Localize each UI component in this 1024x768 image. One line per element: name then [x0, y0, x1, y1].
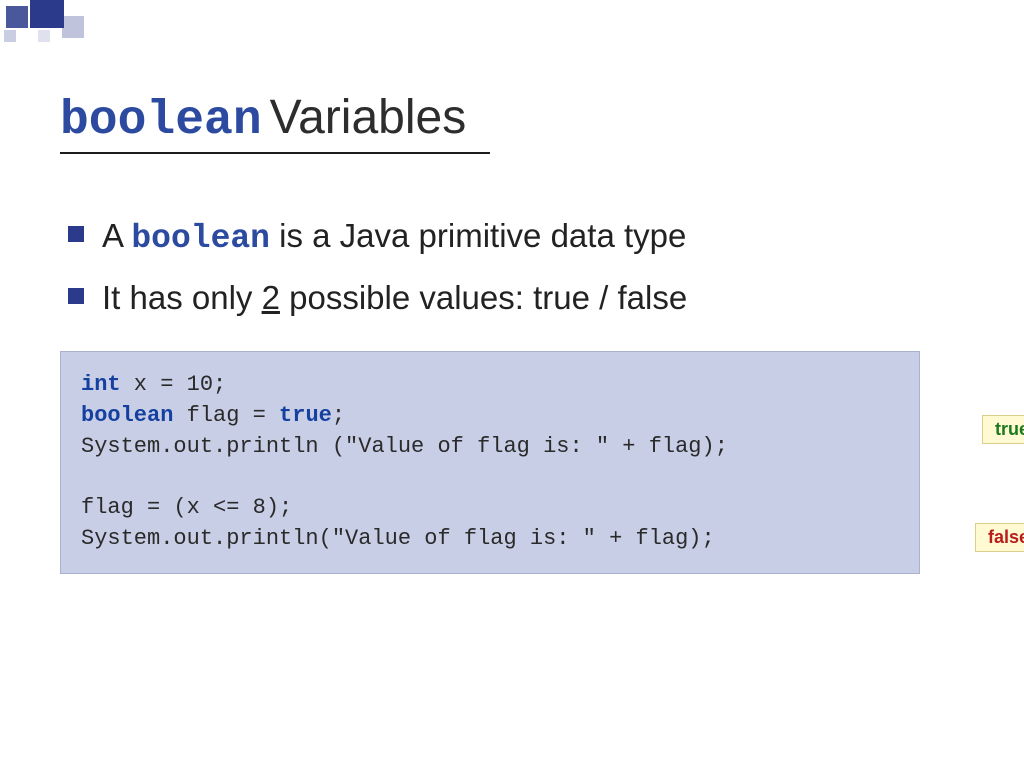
- code-block: int x = 10; boolean flag = true; System.…: [60, 351, 920, 574]
- slide-title: boolean Variables: [60, 90, 964, 148]
- text: is a Java primitive data type: [270, 217, 686, 254]
- slide-body: boolean Variables A boolean is a Java pr…: [0, 0, 1024, 768]
- text: It has only: [102, 279, 262, 316]
- output-tag-true: true: [982, 415, 1024, 444]
- code-text: x = 10;: [121, 372, 227, 397]
- title-underline: [60, 152, 490, 154]
- text: possible values: true / false: [280, 279, 687, 316]
- bullet-list: A boolean is a Java primitive data type …: [60, 210, 964, 323]
- code-text: ;: [332, 403, 345, 428]
- list-item: It has only 2 possible values: true / fa…: [68, 272, 964, 323]
- inline-code: boolean: [131, 220, 270, 257]
- code-text: System.out.println ("Value of flag is: "…: [81, 434, 728, 459]
- code-keyword: int: [81, 372, 121, 397]
- list-item: A boolean is a Java primitive data type: [68, 210, 964, 264]
- title-keyword: boolean: [60, 94, 262, 148]
- title-text: Variables: [270, 90, 467, 145]
- code-keyword: boolean: [81, 403, 173, 428]
- code-text: flag =: [173, 403, 279, 428]
- code-text: System.out.println("Value of flag is: " …: [81, 526, 715, 551]
- code-text: flag = (x <= 8);: [81, 495, 292, 520]
- text: A: [102, 217, 131, 254]
- text-underlined: 2: [262, 279, 280, 316]
- code-area: int x = 10; boolean flag = true; System.…: [60, 351, 964, 574]
- code-keyword: true: [279, 403, 332, 428]
- output-tag-false: false: [975, 523, 1024, 552]
